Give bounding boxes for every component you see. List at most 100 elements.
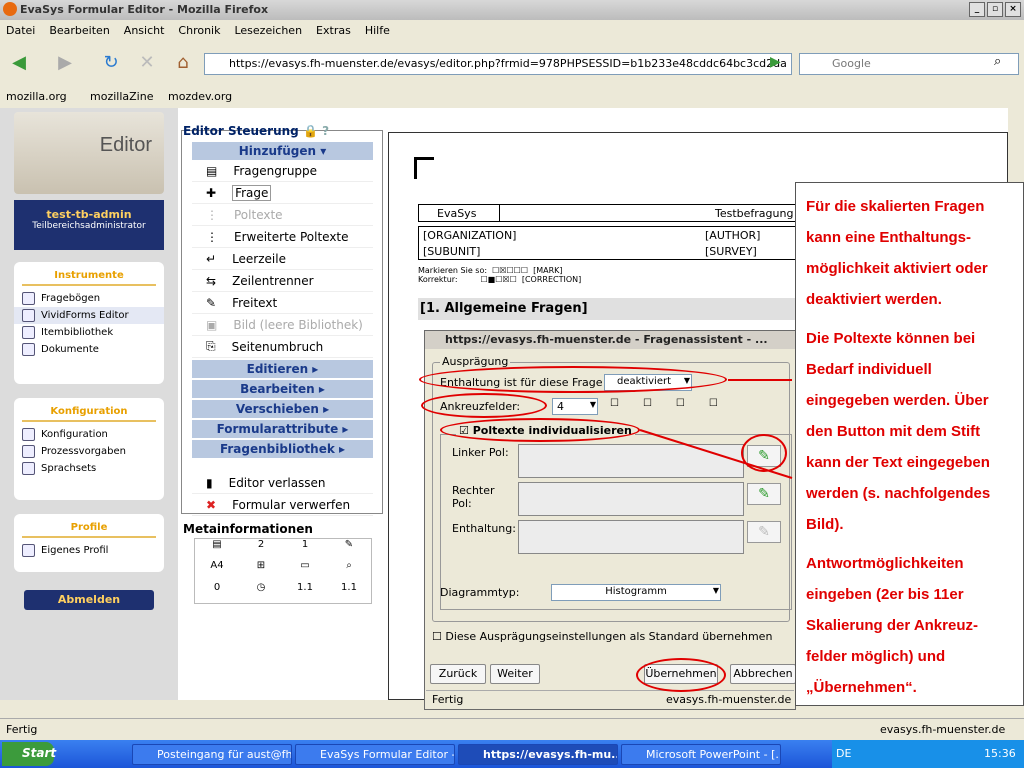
close-button[interactable]: × xyxy=(1005,2,1021,17)
formular-verwerfen[interactable]: ✖ Formular verwerfen xyxy=(192,494,373,516)
add-poltexte: ⋮ Poltexte xyxy=(192,204,373,226)
mark-instructions: Markieren Sie so: ☐☒☐☐☐ [MARK] Korrektur… xyxy=(418,266,582,284)
menu-extras[interactable]: Extras xyxy=(316,24,351,42)
menu-formularattribute[interactable]: Formularattribute ▸ xyxy=(192,420,373,438)
sidebar-item-itembibliothek[interactable]: Itembibliothek xyxy=(14,324,164,341)
pencil-icon: ✎ xyxy=(344,539,354,550)
dialog-statusbar: Fertig evasys.fh-muenster.de xyxy=(426,690,794,708)
search-icon[interactable]: ⌕ xyxy=(994,54,1001,69)
diagramm-select[interactable]: Histogramm ▼ xyxy=(551,584,721,601)
abbrechen-button[interactable]: Abbrechen xyxy=(730,664,796,684)
ankreuz-select[interactable]: 4 ▼ xyxy=(552,398,598,415)
chevron-down-icon: ▼ xyxy=(712,586,719,595)
metainformationen-title: Metainformationen xyxy=(183,522,313,536)
menu-editieren[interactable]: Editieren ▸ xyxy=(192,360,373,378)
add-frage[interactable]: ✚ Frage xyxy=(192,182,373,204)
clock-icon: ◷ xyxy=(256,581,266,593)
search-input[interactable]: Google xyxy=(799,53,1019,75)
menu-ansicht[interactable]: Ansicht xyxy=(124,24,165,42)
steuerung-title: Editor Steuerung 🔒 ? xyxy=(183,124,330,138)
weiter-button[interactable]: Weiter xyxy=(490,664,540,684)
add-freitext[interactable]: ✎ Freitext xyxy=(192,292,373,314)
url-field[interactable]: https://evasys.fh-muenster.de/evasys/edi… xyxy=(204,53,792,75)
browser-statusbar: Fertig evasys.fh-muenster.de xyxy=(0,718,1024,740)
add-zeilentrenner[interactable]: ⇆ Zeilentrenner xyxy=(192,270,373,292)
start-button[interactable]: Start xyxy=(2,742,56,766)
go-icon[interactable]: ▶ xyxy=(770,54,790,74)
forward-arrow-icon[interactable]: ▶ xyxy=(52,50,78,76)
menu-chronik[interactable]: Chronik xyxy=(178,24,220,42)
library-icon xyxy=(22,326,35,339)
add-leerzeile[interactable]: ↵ Leerzeile xyxy=(192,248,373,270)
enthaltung-text-label: Enthaltung: xyxy=(452,522,516,535)
note-poltexte: Die Poltexte können bei Bedarf individue… xyxy=(806,330,991,533)
empty-line-icon: ↵ xyxy=(206,251,217,266)
menu-bearbeiten-editor[interactable]: Bearbeiten ▸ xyxy=(192,380,373,398)
note-antwortmoeglichkeiten: Antwortmöglichkeiten eingeben (2er bis 1… xyxy=(806,555,978,696)
task-posteingang[interactable]: Posteingang für aust@fh... xyxy=(132,744,292,765)
menu-datei[interactable]: Datei xyxy=(6,24,35,42)
diagramm-label: Diagrammtyp: xyxy=(440,586,520,599)
sidebar-item-dokumente[interactable]: Dokumente xyxy=(14,341,164,358)
menu-hinzufuegen[interactable]: Hinzufügen ▾ xyxy=(192,142,373,160)
user-box: test-tb-admin Teilbereichsadministrator xyxy=(14,200,164,250)
chevron-down-icon: ▼ xyxy=(589,400,596,409)
add-seitenumbruch[interactable]: ⎘ Seitenumbruch xyxy=(192,336,373,358)
menu-fragenbibliothek[interactable]: Fragenbibliothek ▸ xyxy=(192,440,373,458)
separator-icon: ⇆ xyxy=(206,273,217,288)
form-header: EvaSys Testbefragung xyxy=(418,204,798,222)
stop-icon[interactable]: ✕ xyxy=(134,50,160,76)
menu-bearbeiten[interactable]: Bearbeiten xyxy=(49,24,109,42)
minimize-button[interactable]: _ xyxy=(969,2,985,17)
linker-pol-label: Linker Pol: xyxy=(452,446,509,459)
auspraegung-legend: Ausprägung xyxy=(440,355,511,368)
menu-lesezeichen[interactable]: Lesezeichen xyxy=(234,24,302,42)
note-enthaltung: Für die skalierten Fragen kann eine Enth… xyxy=(806,198,988,308)
sidebar-item-sprachsets[interactable]: Sprachsets xyxy=(14,460,164,477)
magnifier-icon: ⌕ xyxy=(346,560,352,572)
bookmark-mozilla[interactable]: mozilla.org xyxy=(6,90,67,103)
menu-verschieben[interactable]: Verschieben ▸ xyxy=(192,400,373,418)
form-icon xyxy=(22,292,35,305)
extended-poltext-icon: ⋮ xyxy=(206,229,218,244)
bookmark-mozdev[interactable]: mozdev.org xyxy=(168,90,232,103)
sidebar-item-konfiguration[interactable]: Konfiguration xyxy=(14,426,164,443)
bookmarks-toolbar: mozilla.org mozillaZine mozdev.org xyxy=(0,86,1024,108)
poltext-icon: ⋮ xyxy=(206,207,218,222)
lock-icon: 🔒 xyxy=(302,124,318,138)
bookmark-mozillazine[interactable]: mozillaZine xyxy=(90,90,153,103)
home-icon[interactable]: ⌂ xyxy=(170,50,196,76)
back-arrow-icon[interactable]: ◀ xyxy=(6,50,32,76)
sidebar-item-prozessvorgaben[interactable]: Prozessvorgaben xyxy=(14,443,164,460)
language-icon xyxy=(22,462,35,475)
logout-button[interactable]: Abmelden xyxy=(24,590,154,610)
dialog-title-bar: https://evasys.fh-muenster.de - Fragenas… xyxy=(425,331,795,349)
sidebar-item-eigenes-profil[interactable]: Eigenes Profil xyxy=(14,542,164,559)
sidebar-item-frageboegen[interactable]: Fragebögen xyxy=(14,290,164,307)
freetext-icon: ✎ xyxy=(206,295,217,310)
process-icon xyxy=(22,445,35,458)
enthaltung-text-field[interactable] xyxy=(518,520,744,554)
window-title: EvaSys Formular Editor - Mozilla Firefox xyxy=(20,3,269,16)
firefox-icon xyxy=(3,2,17,16)
sidebar-item-vividforms[interactable]: VividForms Editor xyxy=(14,307,164,324)
image-icon: ▣ xyxy=(206,317,218,332)
add-fragengruppe[interactable]: ▤ Fragengruppe xyxy=(192,160,373,182)
maximize-button[interactable]: ▫ xyxy=(987,2,1003,17)
add-erweiterte-poltexte[interactable]: ⋮ Erweiterte Poltexte xyxy=(192,226,373,248)
highlight-ankreuzfelder xyxy=(421,393,547,418)
standard-checkbox[interactable]: ☐ Diese Ausprägungseinstellungen als Sta… xyxy=(432,630,772,643)
task-evasys-editor[interactable]: EvaSys Formular Editor -... xyxy=(295,744,455,765)
task-powerpoint[interactable]: Microsoft PowerPoint - [... xyxy=(621,744,781,765)
pagebreak-icon: ⎘ xyxy=(206,339,216,353)
zurueck-button[interactable]: Zurück xyxy=(430,664,486,684)
menu-hilfe[interactable]: Hilfe xyxy=(365,24,390,42)
editor-verlassen[interactable]: ▮ Editor verlassen xyxy=(192,472,373,494)
help-link[interactable]: ? xyxy=(322,124,329,138)
pencil-icon: ✎ xyxy=(758,524,770,540)
konfiguration-panel: Konfiguration Konfiguration Prozessvorga… xyxy=(14,398,164,500)
reload-icon[interactable]: ↻ xyxy=(98,50,124,76)
editor-icon xyxy=(22,309,35,322)
explanation-note: Für die skalierten Fragen kann eine Enth… xyxy=(795,182,1024,706)
task-evasys-dialog[interactable]: https://evasys.fh-mu... xyxy=(458,744,618,765)
